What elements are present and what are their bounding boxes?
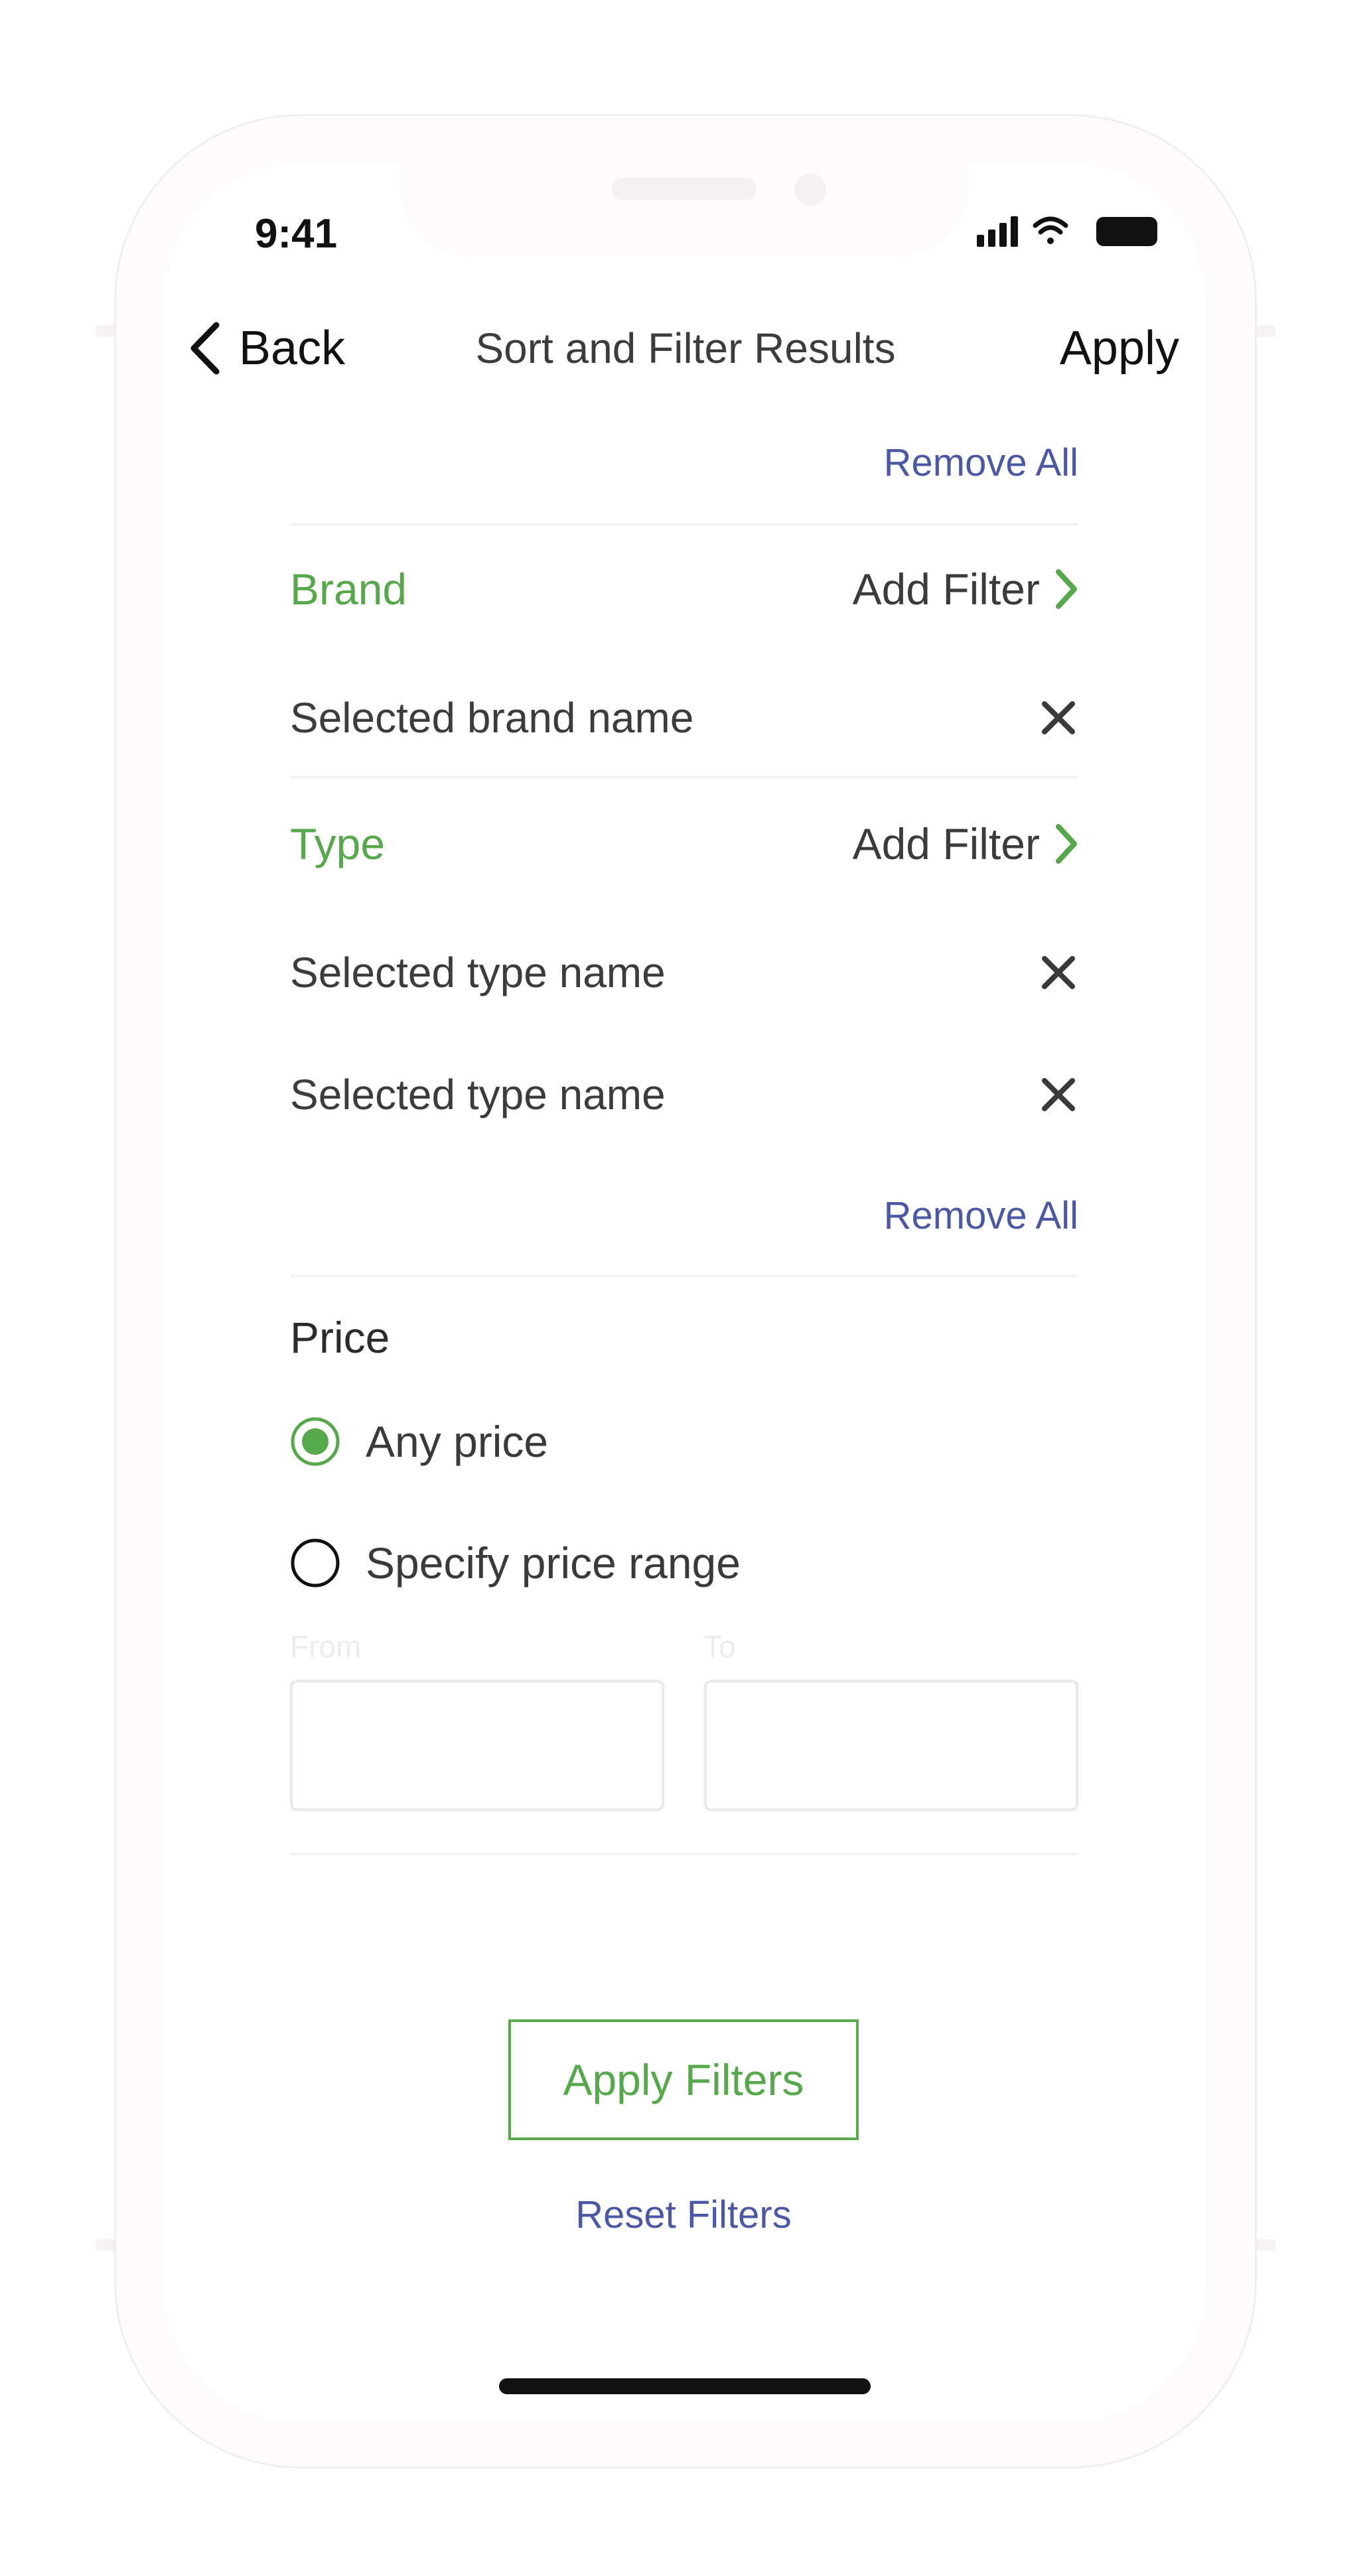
- close-icon: [1042, 956, 1075, 989]
- price-title: Price: [290, 1313, 390, 1362]
- remove-type-item-button[interactable]: [1039, 953, 1078, 992]
- nav-apply-button[interactable]: Apply: [1060, 317, 1179, 379]
- battery-icon: [1096, 217, 1157, 246]
- brand-add-filter-button[interactable]: Add Filter: [853, 564, 1078, 614]
- brand-header-row: Brand Add Filter: [290, 556, 1078, 622]
- side-button-left-top: [96, 325, 115, 337]
- side-button-right-bottom: [1256, 2239, 1275, 2251]
- brand-selected-label: Selected brand name: [290, 694, 694, 742]
- price-to-input[interactable]: [704, 1680, 1078, 1811]
- type-selected-label: Selected type name: [290, 949, 666, 996]
- radio-label: Any price: [366, 1417, 549, 1466]
- page-title: Sort and Filter Results: [475, 324, 896, 372]
- wifi-icon: [1033, 216, 1068, 244]
- remove-all-link-type[interactable]: Remove All: [884, 1193, 1078, 1238]
- add-filter-label: Add Filter: [852, 819, 1040, 868]
- divider: [290, 1275, 1078, 1277]
- chevron-right-icon: [1056, 824, 1077, 864]
- back-button[interactable]: Back: [187, 317, 345, 379]
- radio-specify-price-range[interactable]: Specify price range: [290, 1538, 741, 1588]
- close-icon: [1042, 1078, 1075, 1111]
- side-button-right-top: [1256, 325, 1275, 337]
- price-from-input[interactable]: [290, 1680, 664, 1811]
- radio-label: Specify price range: [366, 1538, 741, 1588]
- divider: [290, 523, 1078, 525]
- type-add-filter-button[interactable]: Add Filter: [853, 819, 1078, 869]
- remove-all-link-top[interactable]: Remove All: [884, 441, 1078, 485]
- notch: [400, 163, 968, 256]
- chevron-left-icon: [190, 322, 220, 375]
- divider: [290, 1853, 1078, 1855]
- close-icon: [1042, 701, 1075, 734]
- reset-filters-link[interactable]: Reset Filters: [508, 2193, 859, 2237]
- apply-filters-button[interactable]: Apply Filters: [508, 2019, 859, 2140]
- status-icons: [977, 214, 1160, 248]
- speaker-grille: [612, 178, 757, 200]
- brand-selected-item: Selected brand name: [290, 685, 1078, 751]
- signal-icon: [977, 216, 1018, 247]
- back-label: Back: [239, 322, 346, 375]
- divider: [290, 776, 1078, 778]
- type-selected-label: Selected type name: [290, 1071, 666, 1119]
- remove-type-item-button[interactable]: [1039, 1075, 1078, 1115]
- remove-brand-item-button[interactable]: [1039, 698, 1078, 738]
- radio-unselected-icon: [291, 1538, 340, 1588]
- side-button-left-bottom: [96, 2239, 115, 2251]
- to-label: To: [703, 1629, 736, 1664]
- home-indicator: [499, 2378, 871, 2394]
- add-filter-label: Add Filter: [852, 565, 1040, 614]
- front-camera: [794, 174, 826, 206]
- brand-label: Brand: [290, 565, 407, 614]
- type-selected-item: Selected type name: [290, 939, 1078, 1006]
- status-time: 9:41: [255, 211, 338, 257]
- type-header-row: Type Add Filter: [290, 811, 1078, 877]
- radio-any-price[interactable]: Any price: [290, 1416, 548, 1467]
- type-label: Type: [290, 819, 386, 868]
- from-label: From: [290, 1629, 362, 1664]
- type-selected-item: Selected type name: [290, 1061, 1078, 1128]
- radio-selected-icon: [291, 1417, 340, 1466]
- chevron-right-icon: [1056, 569, 1077, 609]
